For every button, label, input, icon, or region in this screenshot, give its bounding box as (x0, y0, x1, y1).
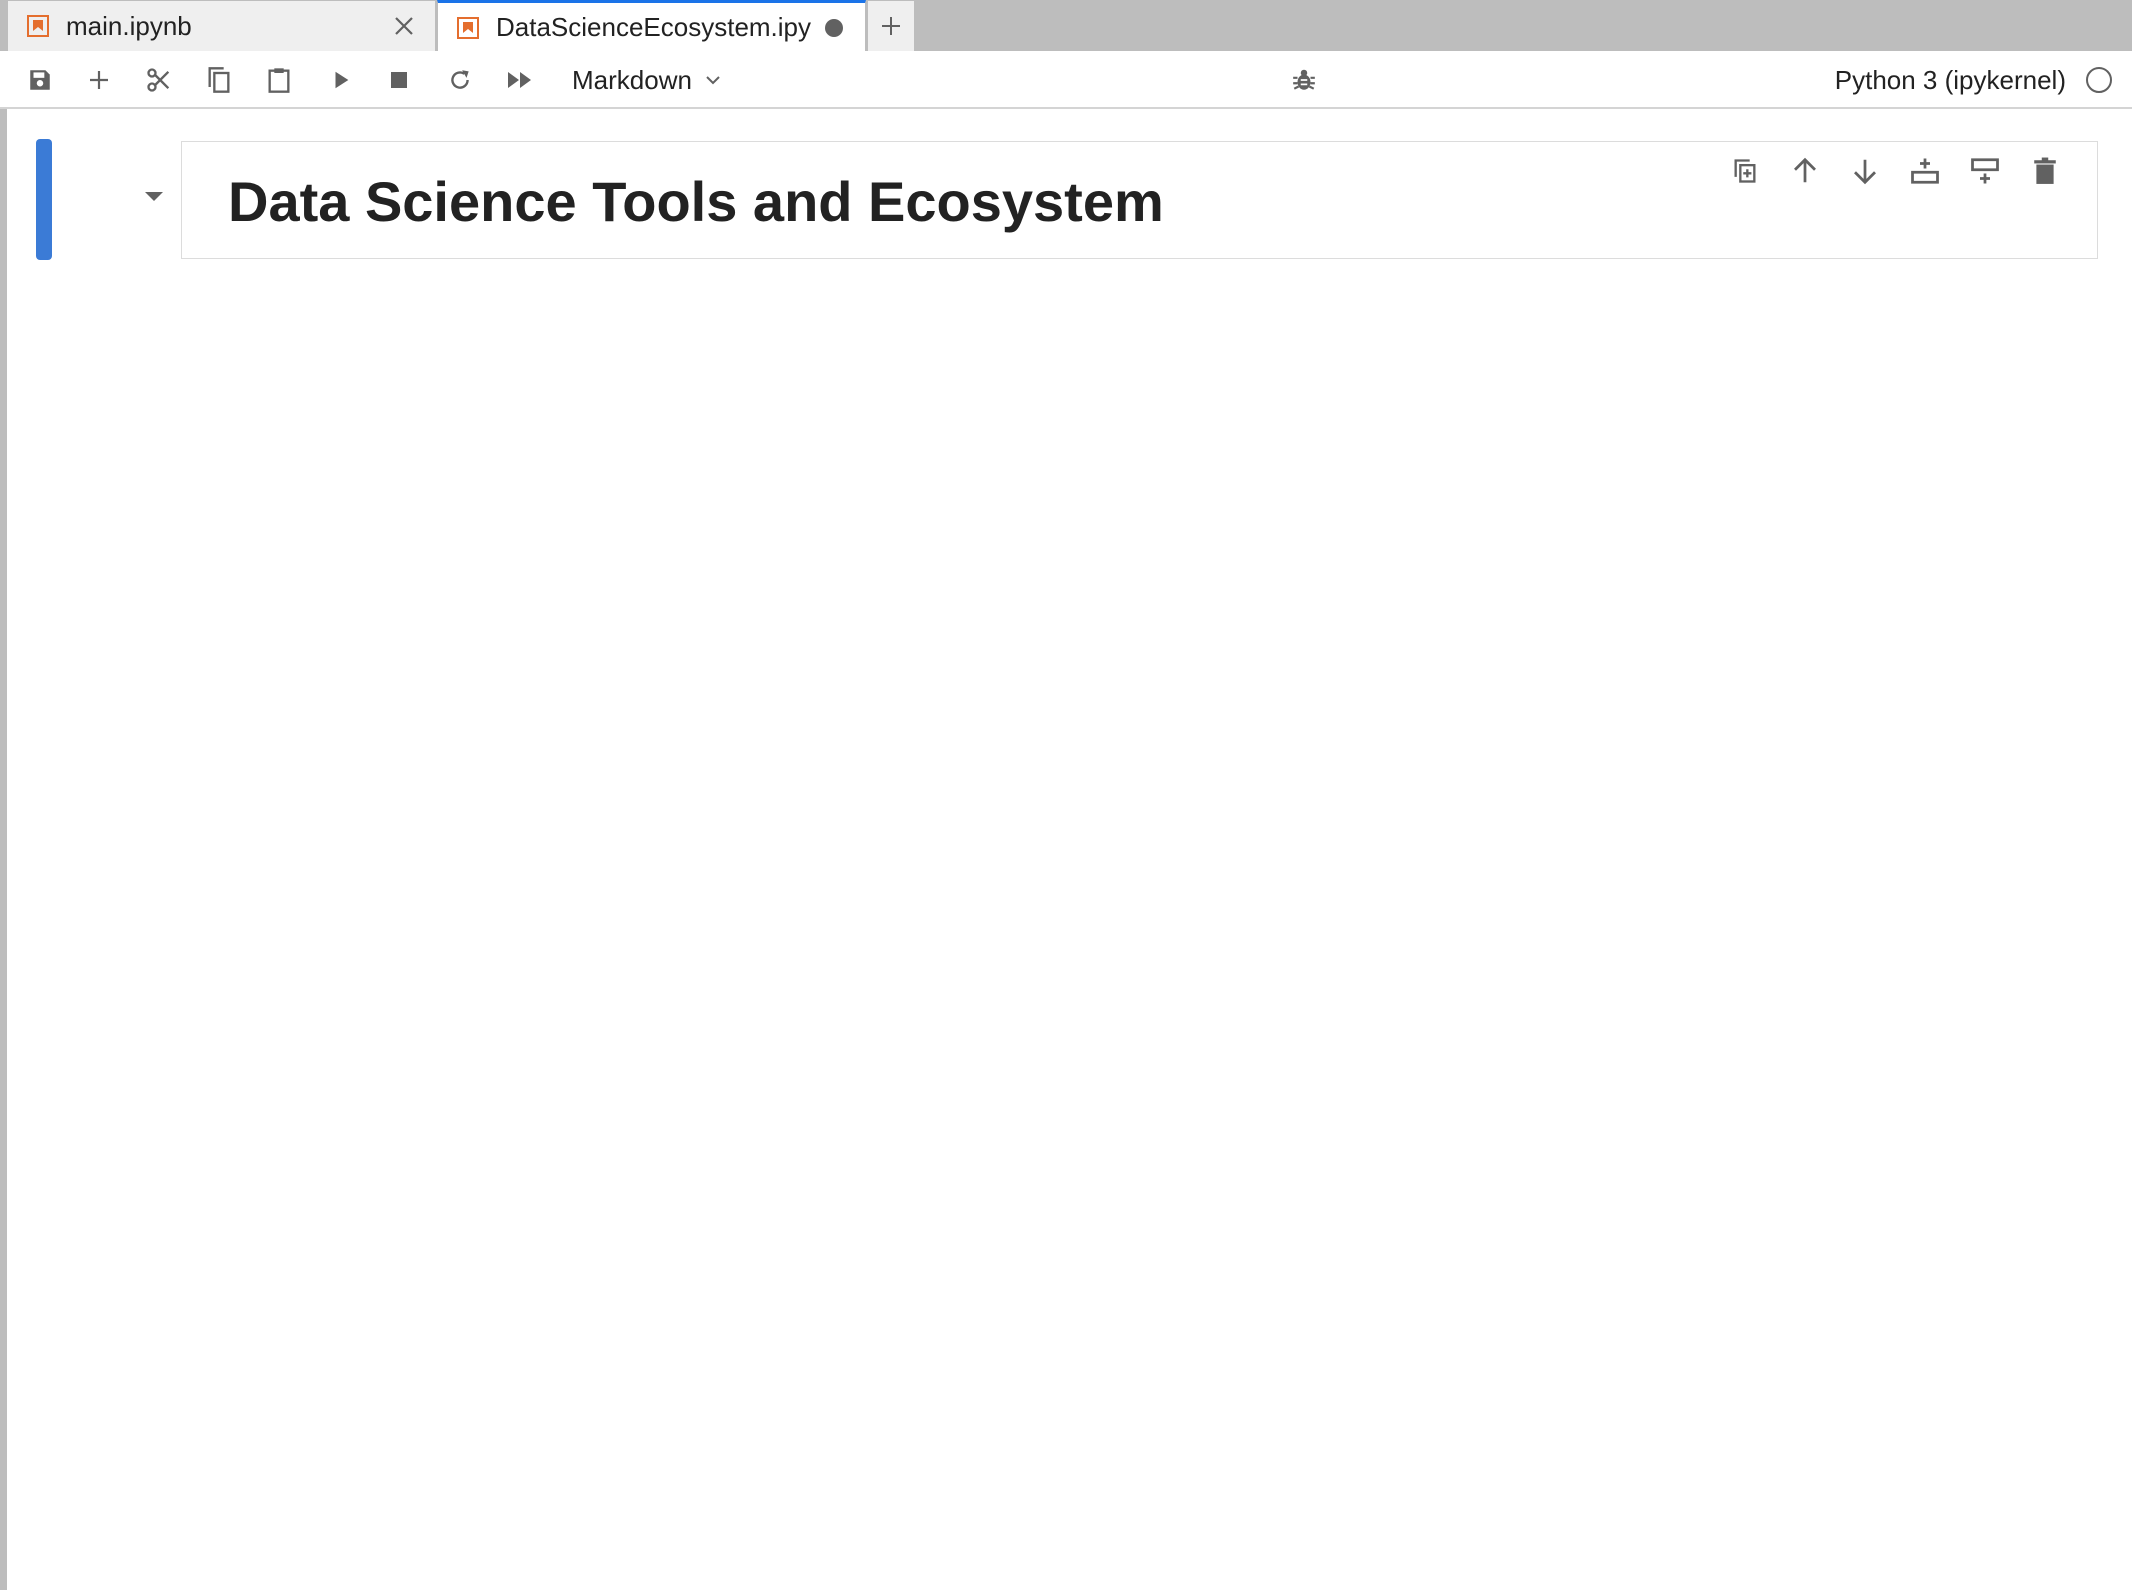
move-down-button[interactable] (1849, 155, 1881, 187)
cell-type-label: Markdown (572, 64, 692, 95)
move-down-icon (1854, 159, 1876, 185)
add-cell-icon (90, 71, 108, 89)
tab-datascienceecosystem[interactable]: DataScienceEcosystem.ipy (437, 0, 866, 52)
tab-label: DataScienceEcosystem.ipy (496, 12, 812, 42)
run-all-icon (508, 72, 531, 88)
cut-icon (147, 68, 170, 92)
run-all-button[interactable] (504, 64, 536, 96)
paste-button[interactable] (263, 64, 295, 96)
move-up-button[interactable] (1789, 155, 1821, 187)
delete-cell-button[interactable] (2029, 155, 2061, 187)
insert-below-button[interactable] (1969, 155, 2001, 187)
tab-main-ipynb[interactable]: main.ipynb (7, 0, 436, 51)
insert-above-icon (1911, 158, 1939, 184)
close-icon[interactable] (393, 15, 415, 37)
stop-button[interactable] (383, 64, 415, 96)
notebook-icon (457, 16, 479, 39)
copy-icon (208, 67, 230, 93)
cell-content[interactable]: Data Science Tools and Ecosystem (181, 141, 2098, 259)
cut-button[interactable] (143, 64, 175, 96)
duplicate-cell-button[interactable] (1729, 155, 1761, 187)
tab-bar: main.ipynb DataScienceEcosystem.ipy (0, 0, 2132, 52)
kernel-name-button[interactable]: Python 3 (ipykernel) (1835, 59, 2066, 101)
debugger-button[interactable] (1288, 64, 1320, 96)
save-icon (30, 70, 50, 90)
bug-icon (1293, 69, 1315, 90)
restart-button[interactable] (444, 64, 476, 96)
notebook-icon (27, 15, 49, 37)
kernel-status-icon (2086, 67, 2112, 93)
unsaved-dot-icon[interactable] (825, 18, 843, 37)
run-icon (335, 71, 349, 89)
run-button[interactable] (325, 64, 357, 96)
add-tab-button[interactable] (867, 0, 915, 51)
copy-button[interactable] (203, 64, 235, 96)
save-button[interactable] (24, 64, 56, 96)
plus-icon (882, 17, 900, 35)
collapse-heading-icon[interactable] (142, 184, 166, 208)
stop-icon (391, 72, 407, 88)
cell-type-dropdown[interactable]: Markdown (572, 59, 722, 101)
tab-label: main.ipynb (66, 10, 192, 41)
insert-below-icon (1971, 158, 1999, 184)
add-cell-button[interactable] (83, 64, 115, 96)
chevron-down-icon (706, 76, 720, 85)
restart-icon (451, 70, 469, 89)
markdown-cell[interactable]: Data Science Tools and Ecosystem (36, 139, 2098, 260)
move-up-icon (1794, 157, 1816, 183)
notebook-toolbar: Markdown Python 3 (ipykernel) (0, 51, 2132, 109)
duplicate-cell-icon (1734, 159, 1756, 183)
insert-above-button[interactable] (1909, 155, 1941, 187)
delete-cell-icon (2034, 157, 2056, 184)
paste-icon (268, 68, 290, 93)
active-cell-indicator[interactable] (36, 139, 52, 260)
cell-toolbar (1729, 155, 2061, 187)
cell-heading: Data Science Tools and Ecosystem (228, 170, 1164, 233)
panel-left-border (0, 109, 7, 1590)
